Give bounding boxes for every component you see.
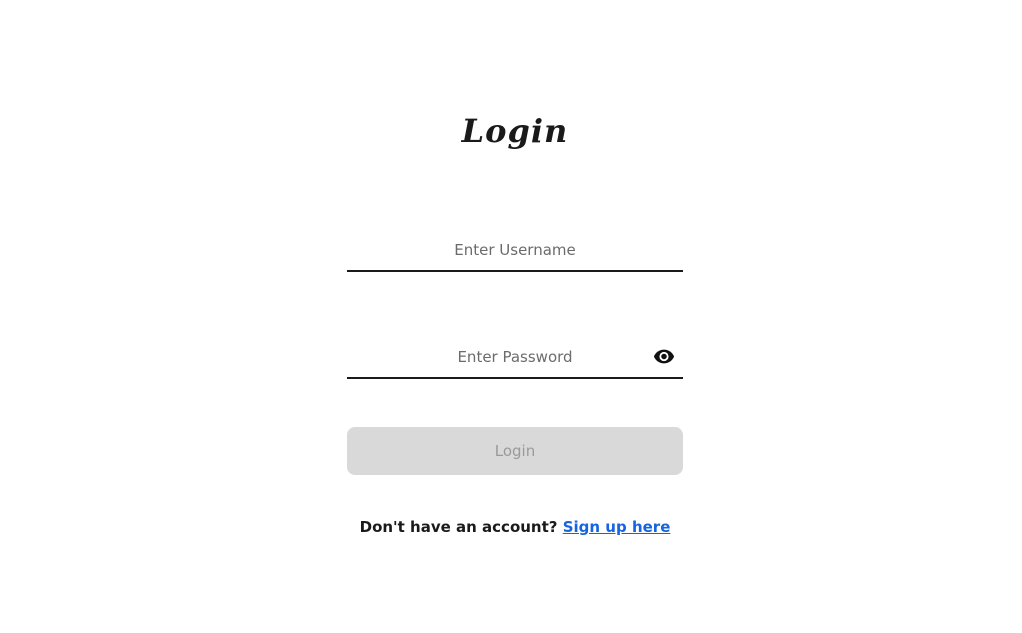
signup-link[interactable]: Sign up here xyxy=(563,518,671,536)
login-page: Login Login Don't have an account? Sign … xyxy=(0,0,1022,633)
username-field xyxy=(347,236,683,272)
login-button[interactable]: Login xyxy=(347,427,683,475)
password-input[interactable] xyxy=(347,343,683,377)
signup-prompt: Don't have an account? Sign up here xyxy=(0,518,1022,536)
signup-prompt-text: Don't have an account? xyxy=(359,518,558,536)
eye-icon[interactable] xyxy=(653,345,675,367)
page-title: Login xyxy=(461,112,569,150)
password-field xyxy=(347,343,683,379)
username-input[interactable] xyxy=(347,236,683,270)
